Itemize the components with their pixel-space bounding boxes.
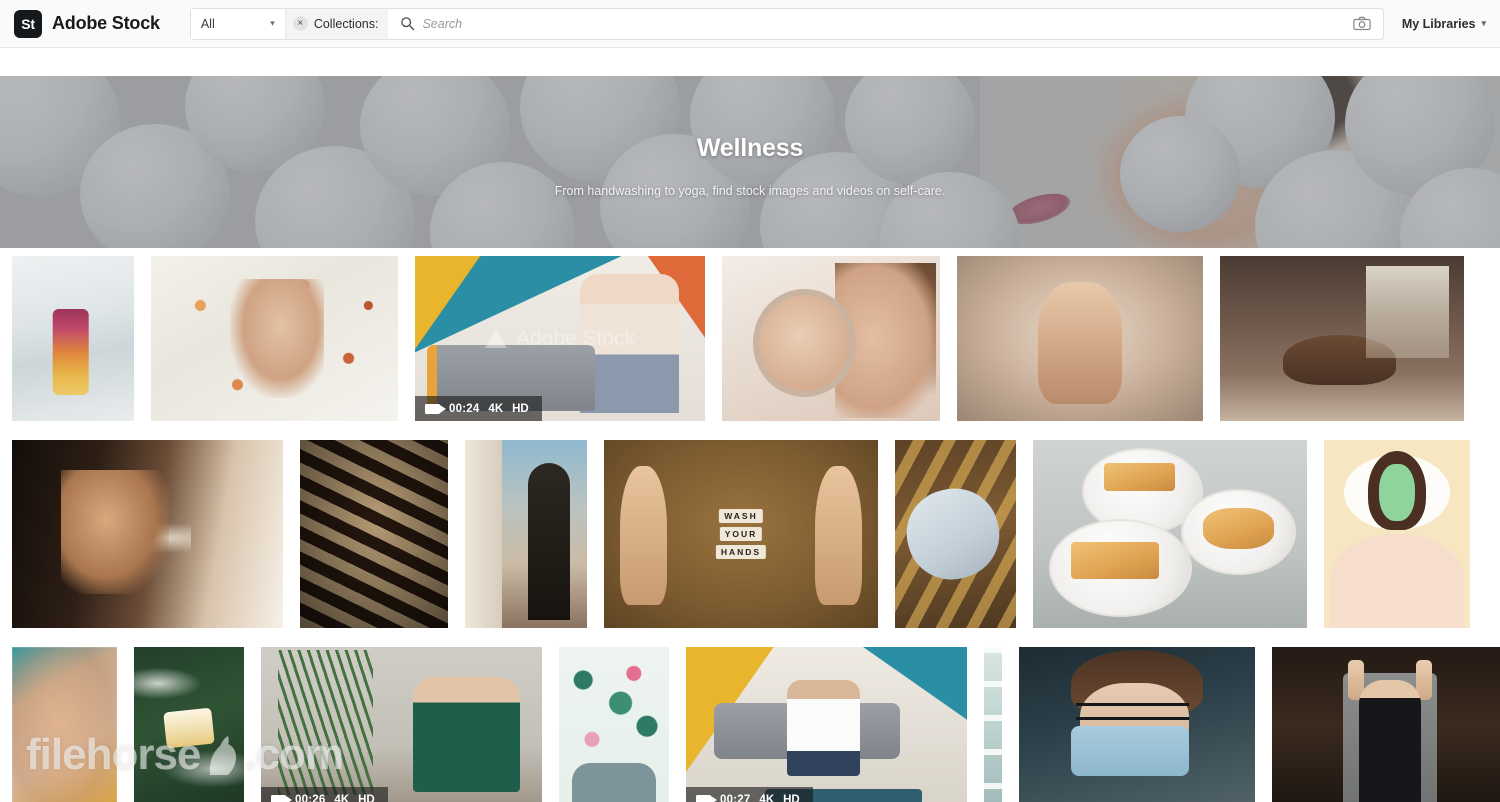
thumbnail-image xyxy=(465,440,587,628)
hero-text-block: Wellness From handwashing to yoga, find … xyxy=(0,76,1500,248)
thumbnail-image xyxy=(1324,440,1470,628)
thumbnail-image xyxy=(12,256,134,421)
collections-filter-chip[interactable]: × Collections: xyxy=(285,8,389,39)
thumbnail-image xyxy=(1019,647,1255,802)
results-row-3: 00:26 4K HD 00:27 4K HD xyxy=(12,647,1500,802)
search-icon xyxy=(400,16,415,31)
video-quality: HD xyxy=(358,793,375,802)
thumbnail-image xyxy=(151,256,398,421)
tile-woman-stretching-mat[interactable] xyxy=(1272,647,1500,802)
chevron-down-icon: ▾ xyxy=(1481,18,1486,28)
brand-logo-group[interactable]: St Adobe Stock xyxy=(14,9,160,38)
video-resolution: 4K xyxy=(334,793,350,802)
tile-wash-your-hands-tiles[interactable]: WASH YOUR HANDS xyxy=(604,440,878,628)
tile-man-yoga-living-room-video[interactable]: 00:27 4K HD xyxy=(686,647,967,802)
video-duration: 00:26 xyxy=(295,793,326,802)
tile-woman-at-window[interactable] xyxy=(465,440,587,628)
close-icon[interactable]: × xyxy=(292,16,308,31)
tile-clasped-hands[interactable] xyxy=(957,256,1203,421)
video-resolution: 4K xyxy=(759,793,775,802)
tile-face-mask-illustration[interactable] xyxy=(1324,440,1470,628)
video-badge: 00:24 4K HD xyxy=(415,396,542,421)
results-grid: Adobe Stock 00:24 4K HD WASH YOUR HANDS … xyxy=(0,248,1500,802)
thumbnail-image xyxy=(261,647,542,802)
tile-hand-spray-mist[interactable] xyxy=(12,440,283,628)
asset-type-filter-label: All xyxy=(200,16,215,31)
thumbnail-image xyxy=(1272,647,1500,802)
my-libraries-menu[interactable]: My Libraries ▾ xyxy=(1402,17,1486,31)
tile-woman-sleeping-in-bed[interactable] xyxy=(151,256,398,421)
adobe-stock-logo-icon: St xyxy=(14,9,42,38)
tile-window-shadow-pattern[interactable] xyxy=(300,440,448,628)
video-camera-icon xyxy=(696,794,717,802)
page-subtitle: From handwashing to yoga, find stock ima… xyxy=(554,184,946,198)
letter-tile-word-2: YOUR xyxy=(719,527,763,541)
thumbnail-image xyxy=(134,647,244,802)
tile-person-sleeping-floor[interactable] xyxy=(895,440,1016,628)
tile-woman-mirror-makeup[interactable] xyxy=(722,256,940,421)
tile-breakfast-plates[interactable] xyxy=(1033,440,1307,628)
thumbnail-image xyxy=(1033,440,1307,628)
header-spacer xyxy=(0,48,1500,76)
results-row-1: Adobe Stock 00:24 4K HD xyxy=(12,256,1488,421)
tile-soap-bar-foam[interactable] xyxy=(134,647,244,802)
thumbnail-image xyxy=(559,647,669,802)
my-libraries-label: My Libraries xyxy=(1401,16,1476,31)
tile-woman-meditating-video[interactable]: 00:26 4K HD xyxy=(261,647,542,802)
asset-type-filter-select[interactable]: All ▾ xyxy=(190,8,286,39)
thumbnail-image xyxy=(12,647,117,802)
tile-man-pushup-gym[interactable] xyxy=(1220,256,1464,421)
letter-tile-word-3: HANDS xyxy=(715,545,767,559)
thumbnail-image xyxy=(686,647,967,802)
video-quality: HD xyxy=(512,402,529,415)
search-input[interactable]: Search xyxy=(422,17,1352,31)
thumbnail-image: WASH YOUR HANDS xyxy=(604,440,878,628)
brand-name-label: Adobe Stock xyxy=(52,13,160,33)
tile-senior-couple-dancing-video[interactable]: Adobe Stock 00:24 4K HD xyxy=(415,256,705,421)
page-title: Wellness xyxy=(696,134,804,162)
tile-shelf-edge[interactable] xyxy=(984,647,1002,802)
letter-tile-word-1: WASH xyxy=(719,509,763,523)
thumbnail-image xyxy=(984,647,1002,802)
wash-your-hands-letter-tiles: WASH YOUR HANDS xyxy=(715,509,767,559)
chevron-down-icon: ▾ xyxy=(270,18,275,28)
collections-chip-label: Collections: xyxy=(313,16,379,31)
video-duration: 00:24 xyxy=(449,402,480,415)
hero-banner: Wellness From handwashing to yoga, find … xyxy=(0,76,1500,248)
tile-floral-wallpaper-person[interactable] xyxy=(559,647,669,802)
tile-jar-of-fruit[interactable] xyxy=(12,256,134,421)
video-quality: HD xyxy=(783,793,800,802)
top-header: St Adobe Stock All ▾ × Collections: Sear… xyxy=(0,0,1500,48)
video-camera-icon xyxy=(271,794,292,802)
thumbnail-image xyxy=(722,256,940,421)
video-camera-icon xyxy=(425,403,446,414)
tile-person-surgical-mask[interactable] xyxy=(1019,647,1255,802)
video-resolution: 4K xyxy=(488,402,504,415)
results-row-2: WASH YOUR HANDS xyxy=(12,440,1488,628)
thumbnail-image xyxy=(1220,256,1464,421)
thumbnail-image xyxy=(895,440,1016,628)
search-bar[interactable]: All ▾ × Collections: Search xyxy=(189,7,1384,40)
video-badge: 00:26 4K HD xyxy=(261,787,388,802)
video-duration: 00:27 xyxy=(720,793,751,802)
tile-blurred-portrait[interactable] xyxy=(12,647,117,802)
thumbnail-image xyxy=(300,440,448,628)
thumbnail-image xyxy=(957,256,1203,421)
thumbnail-image xyxy=(12,440,283,628)
camera-icon[interactable] xyxy=(1353,16,1371,31)
video-badge: 00:27 4K HD xyxy=(686,787,813,802)
